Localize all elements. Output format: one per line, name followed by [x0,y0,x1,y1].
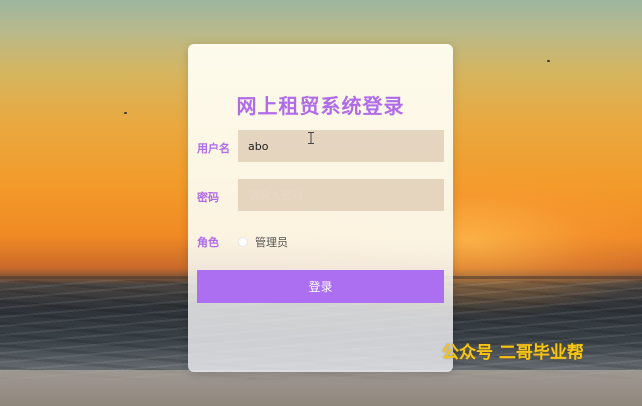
role-radio[interactable] [238,237,248,247]
text-cursor-icon [308,132,314,144]
username-label: 用户名 [197,142,230,155]
password-input[interactable] [238,179,444,211]
username-input[interactable] [238,130,444,162]
role-label: 角色 [197,236,219,249]
shore [0,370,642,406]
role-option-label: 管理员 [255,236,288,249]
login-card: 网上租贸系统登录 用户名 密码 角色 管理员 登录 [188,44,453,372]
watermark-text: 公众号 二哥毕业帮 [442,343,584,363]
bird [547,60,550,62]
login-button[interactable]: 登录 [197,270,444,303]
role-option-admin[interactable]: 管理员 [238,234,288,250]
login-title: 网上租贸系统登录 [236,94,405,118]
password-label: 密码 [197,191,219,204]
bird [124,112,127,114]
